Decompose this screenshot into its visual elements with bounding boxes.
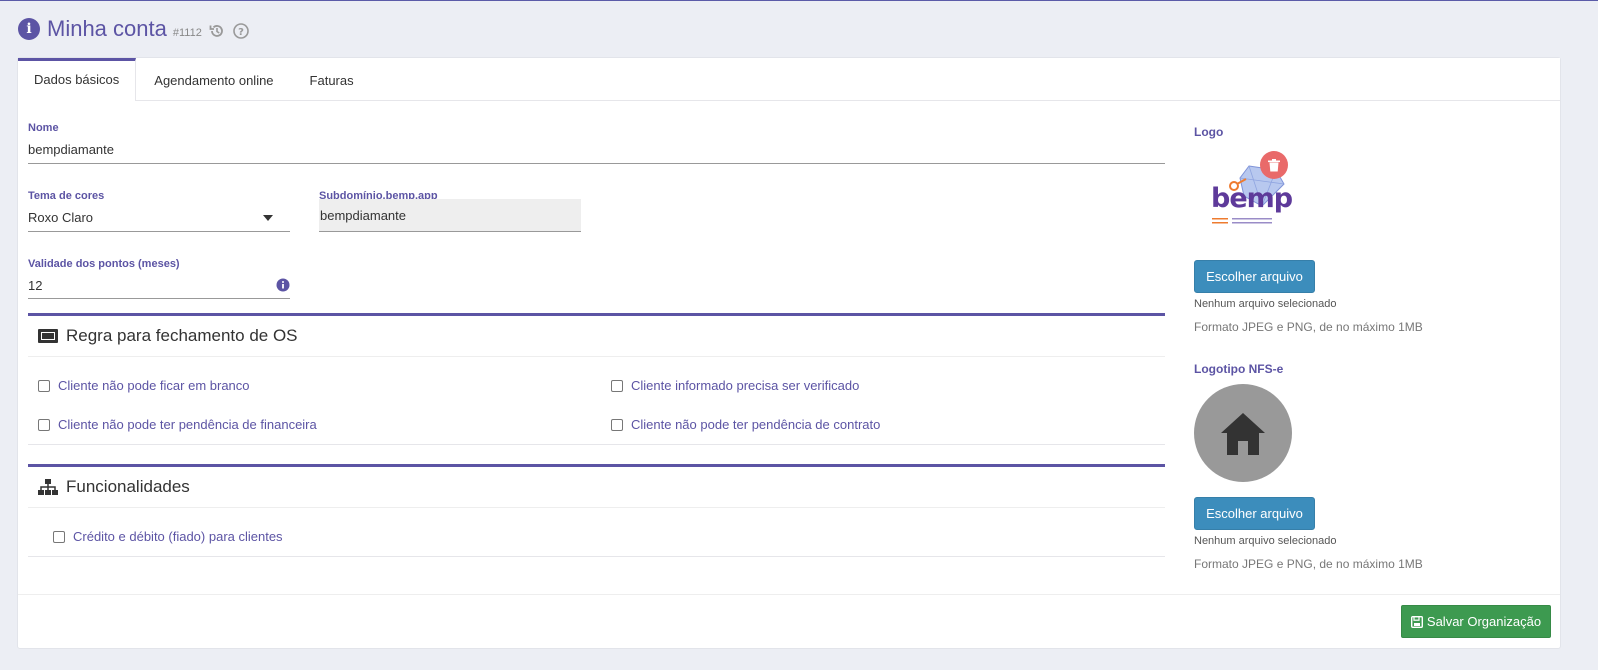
nome-value: bempdiamante xyxy=(28,142,114,157)
info-icon[interactable] xyxy=(276,278,290,292)
delete-logo-button[interactable] xyxy=(1260,151,1288,179)
ticket-icon xyxy=(38,328,58,343)
check-label: Cliente informado precisa ser verificado xyxy=(631,378,860,393)
section-os-header: Regra para fechamento de OS xyxy=(28,315,1165,357)
section-func-title: Funcionalidades xyxy=(66,476,190,496)
check-pendencia-contrato[interactable]: Cliente não pode ter pendência de contra… xyxy=(611,417,880,432)
logo-nfse-choose-file-button[interactable]: Escolher arquivo xyxy=(1194,497,1315,530)
check-label: Crédito e débito (fiado) para clientes xyxy=(73,529,283,544)
checkbox[interactable] xyxy=(38,379,50,392)
sitemap-icon xyxy=(38,478,58,495)
account-card: Dados básicos Agendamento online Faturas… xyxy=(17,57,1561,649)
validade-label: Validade dos pontos (meses) xyxy=(28,258,180,270)
validade-input[interactable]: 12 xyxy=(28,272,290,299)
caret-down-icon xyxy=(263,214,273,221)
tab-dados-basicos[interactable]: Dados básicos xyxy=(18,58,137,101)
page-header: i Minha conta #1112 ? xyxy=(18,13,250,45)
tema-label: Tema de cores xyxy=(28,190,105,202)
check-credito-debito[interactable]: Crédito e débito (fiado) para clientes xyxy=(53,529,283,544)
trash-icon xyxy=(1268,158,1280,171)
check-label: Cliente não pode ter pendência de contra… xyxy=(631,417,881,432)
logo-no-file-text: Nenhum arquivo selecionado xyxy=(1194,298,1337,310)
check-cliente-branco[interactable]: Cliente não pode ficar em branco xyxy=(38,378,250,393)
logo-choose-file-button[interactable]: Escolher arquivo xyxy=(1194,260,1315,293)
save-button-label: Salvar Organização xyxy=(1426,614,1542,629)
checkbox[interactable] xyxy=(38,418,50,431)
nome-input[interactable]: bempdiamante xyxy=(28,136,1165,164)
checkbox[interactable] xyxy=(53,530,65,543)
nome-label: Nome xyxy=(28,122,59,134)
checkbox[interactable] xyxy=(611,379,623,392)
check-label: Cliente não pode ter pendência de financ… xyxy=(58,417,317,432)
section-func-bottom xyxy=(28,556,1165,557)
logo-label: Logo xyxy=(1194,125,1224,139)
logo-hint-text: Formato JPEG e PNG, de no máximo 1MB xyxy=(1194,320,1423,334)
tab-faturas[interactable]: Faturas xyxy=(292,58,372,100)
page-title: Minha conta xyxy=(47,16,167,41)
help-icon[interactable]: ? xyxy=(232,22,250,40)
subdominio-input[interactable]: bempdiamante xyxy=(319,199,581,232)
subdominio-value: bempdiamante xyxy=(320,207,406,223)
logo-brand-text: bemp xyxy=(1211,183,1293,214)
page-id: #1112 xyxy=(172,27,202,39)
check-cliente-verificado[interactable]: Cliente informado precisa ser verificado xyxy=(611,378,859,393)
check-label: Cliente não pode ficar em branco xyxy=(58,378,250,393)
history-icon[interactable] xyxy=(208,22,226,40)
tab-agendamento-online[interactable]: Agendamento online xyxy=(136,58,291,100)
validade-value: 12 xyxy=(28,277,43,293)
tema-value: Roxo Claro xyxy=(28,210,94,225)
check-pendencia-financeira[interactable]: Cliente não pode ter pendência de financ… xyxy=(38,417,317,432)
section-func-header: Funcionalidades xyxy=(28,466,1165,508)
section-os-bottom xyxy=(28,444,1165,445)
save-organization-button[interactable]: Salvar Organização xyxy=(1401,605,1551,638)
checkbox[interactable] xyxy=(611,418,623,431)
logo-nfse-hint-text: Formato JPEG e PNG, de no máximo 1MB xyxy=(1194,557,1423,571)
home-icon xyxy=(1221,413,1265,455)
card-footer-divider xyxy=(18,594,1560,595)
svg-text:?: ? xyxy=(238,27,244,38)
logo-nfse-no-file-text: Nenhum arquivo selecionado xyxy=(1194,535,1337,547)
tema-select[interactable]: Roxo Claro xyxy=(28,204,290,232)
logo-nfse-placeholder xyxy=(1194,384,1292,482)
save-icon xyxy=(1410,615,1423,628)
logo-nfse-label: Logotipo NFS-e xyxy=(1194,362,1284,376)
info-icon: i xyxy=(18,18,40,40)
tab-bar: Dados básicos Agendamento online Faturas xyxy=(18,58,1560,101)
section-os-title: Regra para fechamento de OS xyxy=(66,325,298,345)
